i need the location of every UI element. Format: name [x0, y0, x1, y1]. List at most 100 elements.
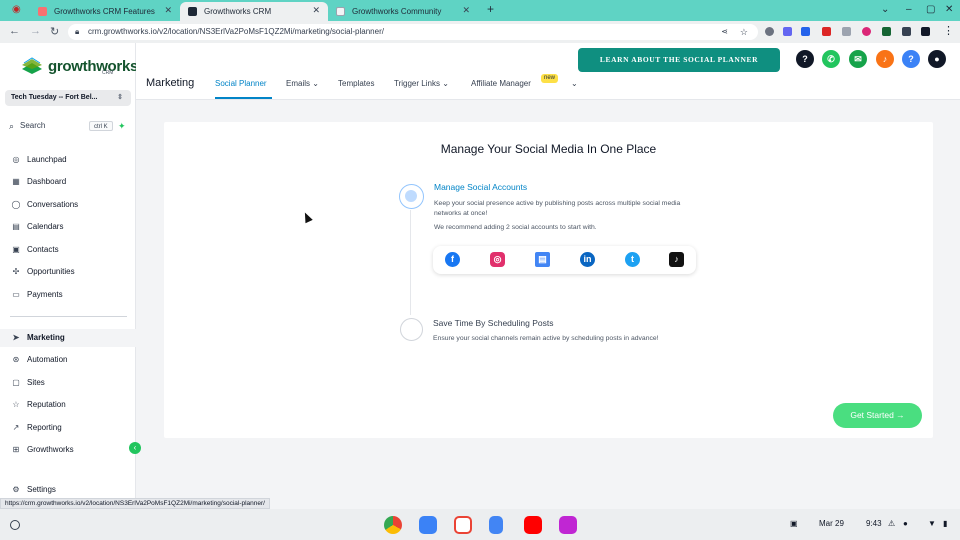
extension-icon[interactable]: [862, 27, 871, 36]
facebook-icon[interactable]: f: [445, 252, 460, 267]
new-tab-icon[interactable]: +: [487, 2, 494, 16]
share-icon[interactable]: ⋖: [721, 24, 728, 40]
sidebar-item-launchpad[interactable]: ◎ Launchpad: [0, 151, 136, 169]
gmail-icon[interactable]: [454, 516, 472, 534]
question-icon[interactable]: ?: [902, 50, 920, 68]
instagram-icon[interactable]: ◎: [490, 252, 505, 267]
logo-sub: CRM: [102, 70, 114, 76]
close-icon[interactable]: ✕: [312, 5, 320, 16]
google-business-icon[interactable]: ▤: [535, 252, 550, 267]
tab-community[interactable]: Growthworks Community ✕: [328, 2, 478, 21]
tab-favicon-icon: [336, 7, 345, 16]
sidebar-item-label: Settings: [27, 485, 56, 494]
battery-icon[interactable]: ▮: [943, 519, 947, 528]
wifi-icon[interactable]: ⚠: [888, 519, 895, 528]
extension-icon[interactable]: [822, 27, 831, 36]
close-icon[interactable]: ✕: [164, 5, 172, 16]
extension-icon[interactable]: [765, 27, 774, 36]
sidebar-item-reputation[interactable]: ☆ Reputation: [0, 396, 136, 414]
twitter-icon[interactable]: t: [625, 252, 640, 267]
sidebar-item-label: Growthworks: [27, 445, 74, 454]
sidebar-item-marketing[interactable]: ➤ Marketing: [0, 329, 136, 347]
search-input[interactable]: ⌕ Search ctrl K ✦: [5, 118, 131, 134]
social-planner-card: Manage Your Social Media In One Place Ma…: [164, 122, 933, 438]
sidebar-item-settings[interactable]: ⚙ Settings: [0, 481, 136, 499]
sidebar-item-label: Marketing: [27, 333, 65, 342]
app-icon[interactable]: [559, 516, 577, 534]
tab-trigger-links[interactable]: Trigger Links ⌄: [394, 79, 449, 88]
bell-icon[interactable]: ♪: [876, 50, 894, 68]
sidebar-item-conversations[interactable]: ◯ Conversations: [0, 196, 136, 214]
sidebar-toggle-icon[interactable]: [921, 27, 930, 36]
sidebar-item-label: Sites: [27, 378, 45, 387]
step-1-description: Keep your social presence active by publ…: [434, 200, 681, 217]
time[interactable]: 9:43: [866, 519, 882, 528]
chevron-down-icon[interactable]: ⌄: [881, 4, 889, 15]
tab-label: Trigger Links: [394, 79, 440, 88]
learn-about-social-planner-button[interactable]: LEARN ABOUT THE SOCIAL PLANNER: [578, 48, 780, 72]
help-icon[interactable]: ?: [796, 50, 814, 68]
sidebar-item-contacts[interactable]: ▣ Contacts: [0, 241, 136, 259]
screen-capture-icon[interactable]: ▣: [790, 519, 798, 528]
launcher-icon[interactable]: [10, 520, 20, 530]
notification-icon[interactable]: ●: [903, 519, 908, 528]
tab-emails[interactable]: Emails ⌄: [286, 79, 319, 88]
sidebar-item-sites[interactable]: ▢ Sites: [0, 374, 136, 392]
url-text: crm.growthworks.io/v2/location/NS3ErlVa2…: [88, 27, 384, 36]
sidebar-item-label: Calendars: [27, 222, 64, 231]
youtube-icon[interactable]: [524, 516, 542, 534]
close-icon[interactable]: ✕: [462, 5, 470, 16]
avatar[interactable]: ●: [928, 50, 946, 68]
opportunity-icon: ✣: [12, 267, 20, 276]
phone-icon[interactable]: ✆: [822, 50, 840, 68]
bookmark-star-icon[interactable]: ☆: [740, 24, 748, 40]
get-started-button[interactable]: Get Started →: [833, 403, 922, 428]
tab-templates[interactable]: Templates: [338, 79, 374, 88]
sidebar-item-dashboard[interactable]: ▦ Dashboard: [0, 173, 136, 191]
files-icon[interactable]: [419, 516, 437, 534]
extension-icon[interactable]: [842, 27, 851, 36]
sidebar-item-calendars[interactable]: ▤ Calendars: [0, 218, 136, 236]
maximize-icon[interactable]: ▢: [926, 4, 935, 15]
more-tabs-chevron-icon[interactable]: ⌄: [571, 79, 578, 88]
extension-icon[interactable]: [783, 27, 792, 36]
tab-social-planner[interactable]: Social Planner: [215, 79, 267, 88]
sparkle-icon[interactable]: ✦: [118, 118, 126, 134]
sidebar-item-automation[interactable]: ⊛ Automation: [0, 351, 136, 369]
tab-crm[interactable]: Growthworks CRM ✕: [180, 2, 328, 21]
address-bar: ← → ↻ 🔒︎ crm.growthworks.io/v2/location/…: [0, 21, 960, 43]
tiktok-icon[interactable]: ♪: [669, 252, 684, 267]
extension-icon[interactable]: [801, 27, 810, 36]
sidebar-item-reporting[interactable]: ↗ Reporting: [0, 419, 136, 437]
search-label: Search: [20, 121, 46, 130]
tab-favicon-icon: [38, 7, 47, 16]
linkedin-icon[interactable]: in: [580, 252, 595, 267]
logo[interactable]: growthworks: [20, 57, 138, 75]
tab-crm-features[interactable]: Growthworks CRM Features ✕: [30, 2, 180, 21]
chrome-menu-icon[interactable]: ◉: [12, 4, 21, 15]
chrome-icon[interactable]: [384, 516, 402, 534]
date[interactable]: Mar 29: [819, 519, 844, 528]
network-icon[interactable]: ▼: [928, 519, 936, 528]
extension-icon[interactable]: [882, 27, 891, 36]
docs-icon[interactable]: [489, 516, 503, 534]
step-2-indicator: [400, 318, 423, 341]
sidebar-item-payments[interactable]: ▭ Payments: [0, 286, 136, 304]
megaphone-icon[interactable]: ✉: [849, 50, 867, 68]
forward-icon[interactable]: →: [30, 25, 41, 37]
url-field[interactable]: 🔒︎ crm.growthworks.io/v2/location/NS3Erl…: [68, 24, 758, 40]
back-icon[interactable]: ←: [9, 25, 20, 37]
account-switcher[interactable]: Tech Tuesday -- Fort Bel... ⇕: [5, 90, 131, 106]
collapse-sidebar-button[interactable]: ‹: [129, 442, 141, 454]
chevron-down-icon: ⌄: [442, 79, 449, 88]
reload-icon[interactable]: ↻: [50, 25, 59, 38]
close-window-icon[interactable]: ✕: [945, 4, 953, 15]
sidebar-item-growthworks[interactable]: ⊞ Growthworks: [0, 441, 136, 459]
minimize-icon[interactable]: –: [906, 4, 912, 15]
puzzle-icon[interactable]: [902, 27, 911, 36]
chart-icon: ↗: [12, 423, 20, 432]
kebab-menu-icon[interactable]: ⋮: [943, 24, 954, 37]
send-icon: ➤: [12, 333, 20, 342]
sidebar-item-opportunities[interactable]: ✣ Opportunities: [0, 263, 136, 281]
tab-affiliate-manager[interactable]: Affiliate Manager: [471, 79, 531, 88]
